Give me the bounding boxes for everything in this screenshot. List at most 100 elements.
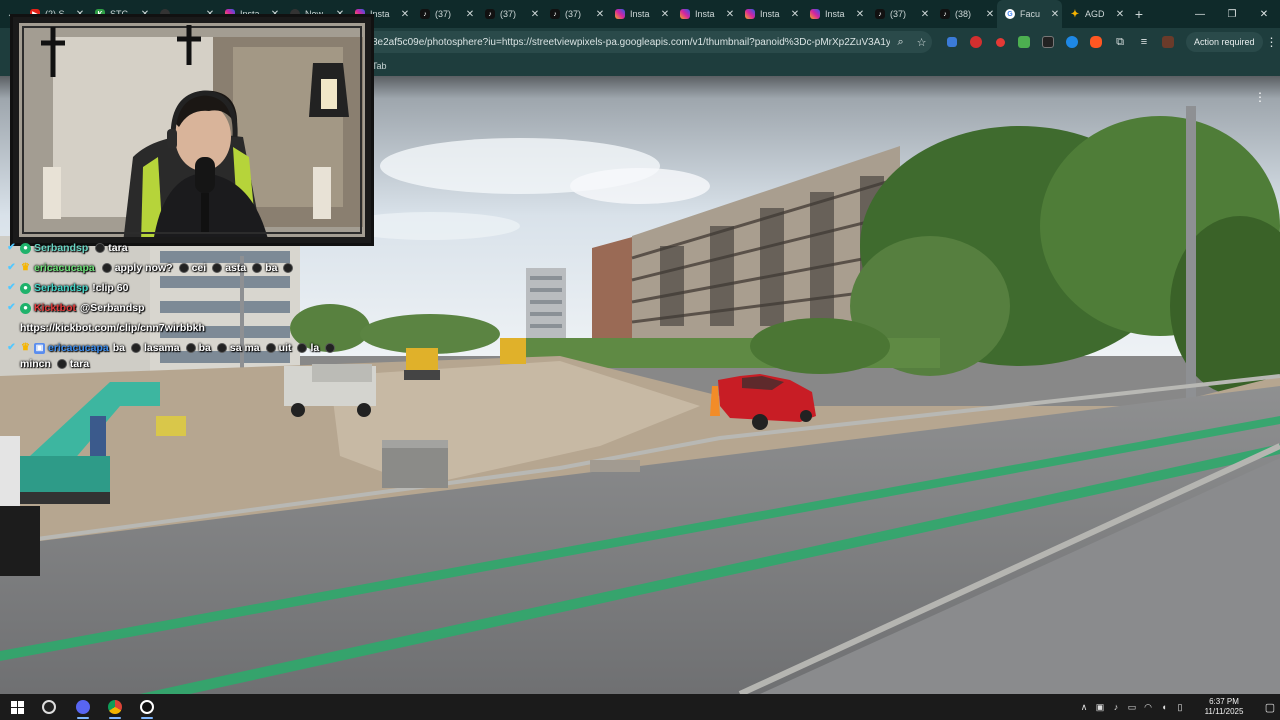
taskbar-app-streamlabs[interactable] [136, 697, 158, 719]
windows-logo-icon [10, 700, 24, 714]
close-tab-icon[interactable]: ✕ [723, 9, 737, 20]
reading-list-icon[interactable]: ≡ [1132, 31, 1156, 53]
puzzle-extensions-icon[interactable]: ⧉ [1108, 31, 1132, 53]
chart-extension-icon[interactable] [1036, 31, 1060, 53]
verified-badge-icon: ✔ [7, 302, 16, 313]
profile-avatar[interactable] [1156, 31, 1180, 53]
google-icon: G [1005, 9, 1015, 19]
red-extension-icon[interactable] [964, 31, 988, 53]
emote-icon [101, 263, 112, 273]
close-tab-icon[interactable]: ✕ [1113, 9, 1127, 20]
fire-extension-icon[interactable] [1084, 31, 1108, 53]
browser-tab[interactable]: ♪ (37) ✕ [867, 0, 932, 28]
chrome-icon [108, 700, 122, 714]
streaming-app-icon [140, 700, 154, 714]
emote-icon [130, 343, 141, 353]
chat-text: uit [278, 342, 292, 354]
chat-text: ba [198, 342, 211, 354]
emote-icon [212, 263, 223, 273]
notifications-icon[interactable]: ▢ [1260, 701, 1280, 714]
bookmark-star-icon[interactable]: ☆ [911, 36, 932, 49]
subscriber-badge-icon: ● [20, 242, 31, 254]
close-tab-icon[interactable]: ✕ [658, 9, 672, 20]
system-clock[interactable]: 6:37 PM 11/11/2025 [1194, 697, 1254, 717]
chat-text: asta [225, 262, 247, 274]
emote-icon [178, 263, 189, 273]
close-window-icon[interactable]: ✕ [1248, 0, 1280, 28]
close-tab-icon[interactable]: ✕ [528, 9, 542, 20]
volume-icon[interactable]: ◖ [1156, 702, 1172, 712]
wifi-icon[interactable]: ◠ [1140, 702, 1156, 713]
camera-icon[interactable]: ▣ [1092, 702, 1108, 713]
url-text[interactable]: 8e2af5c09e/photosphere?iu=https://street… [372, 37, 890, 48]
tab-title: AGD [1085, 9, 1105, 19]
bookmark-item[interactable]: Tab [372, 61, 387, 71]
browser-menu-icon[interactable]: ⋮ [1263, 35, 1280, 49]
microphone-icon[interactable]: ♪ [1108, 702, 1124, 712]
browser-tab[interactable]: Insta ✕ [607, 0, 672, 28]
close-tab-icon[interactable]: ✕ [593, 9, 607, 20]
browser-tab[interactable]: ✦ AGD ✕ [1062, 0, 1127, 28]
browser-tab[interactable]: Insta ✕ [737, 0, 802, 28]
close-tab-icon[interactable]: ✕ [918, 9, 932, 20]
chat-username[interactable]: ericacucapa [34, 260, 95, 276]
clip-link[interactable]: https://kickbot.com/clip/cnn7wirbbkh [20, 320, 205, 336]
close-tab-icon[interactable]: ✕ [983, 9, 997, 20]
recording-extension-icon[interactable] [988, 31, 1012, 53]
new-tab-button[interactable]: + [1127, 6, 1151, 22]
minimize-icon[interactable]: — [1184, 0, 1216, 28]
instagram-icon [615, 9, 625, 19]
emote-icon [283, 263, 294, 273]
browser-tab[interactable]: Insta ✕ [802, 0, 867, 28]
tray-overflow-icon[interactable]: ∧ [1076, 702, 1092, 713]
close-tab-icon[interactable]: ✕ [788, 9, 802, 20]
browser-tab[interactable]: ♪ (37) ✕ [542, 0, 607, 28]
emote-icon [56, 359, 67, 369]
action-required-button[interactable]: Action required [1186, 32, 1263, 52]
street-view-menu-icon[interactable]: ⋮ [1254, 90, 1266, 104]
system-tray: ∧ ▣ ♪ ▭ ◠ ◖ ▯ 6:37 PM 11/11/2025 ▢ [1076, 694, 1280, 720]
gif-extension-icon[interactable] [1012, 31, 1036, 53]
close-tab-icon[interactable]: ✕ [398, 9, 412, 20]
tab-title: Insta [825, 9, 845, 19]
crown-badge-icon: ♛ [21, 262, 30, 273]
chat-text: @Serbandsp [80, 302, 145, 314]
browser-tab[interactable]: Insta ✕ [672, 0, 737, 28]
taskbar-app-discord[interactable] [72, 697, 94, 719]
close-tab-icon[interactable]: ✕ [853, 9, 867, 20]
shield-extension-icon[interactable] [1060, 31, 1084, 53]
chat-text: la [310, 342, 320, 354]
close-tab-icon[interactable]: ✕ [463, 9, 477, 20]
verified-badge-icon: ✔ [7, 282, 16, 293]
tab-title: Insta [370, 9, 390, 19]
close-tab-icon[interactable]: ✕ [1048, 9, 1062, 20]
tab-title: Insta [695, 9, 715, 19]
network-icon[interactable]: ▭ [1124, 702, 1140, 713]
taskbar-app-obs[interactable] [38, 697, 60, 717]
emote-icon [185, 343, 196, 353]
chat-username[interactable]: Kicktbot [34, 300, 76, 316]
chat-text: cei [191, 262, 207, 274]
emote-icon [297, 343, 308, 353]
taskbar-app-chrome[interactable] [104, 697, 126, 719]
translate-extension-icon[interactable] [940, 31, 964, 53]
address-bar[interactable]: 8e2af5c09e/photosphere?iu=https://street… [362, 31, 932, 53]
emote-icon [252, 263, 263, 273]
windows-taskbar: ∧ ▣ ♪ ▭ ◠ ◖ ▯ 6:37 PM 11/11/2025 ▢ [0, 694, 1280, 720]
instagram-icon [745, 9, 755, 19]
tab-title: (37) [500, 9, 517, 19]
tiktok-icon: ♪ [550, 9, 560, 19]
start-button[interactable] [6, 697, 28, 717]
tab-title: Insta [760, 9, 780, 19]
chat-username[interactable]: ericacucapa [48, 340, 109, 356]
zoom-icon[interactable]: ⌕ [890, 36, 911, 49]
tab-title: (37) [565, 9, 582, 19]
browser-tab[interactable]: ♪ (38) ✕ [932, 0, 997, 28]
chat-username[interactable]: Serbandsp [34, 240, 88, 256]
chat-username[interactable]: Serbandsp [34, 280, 88, 296]
restore-icon[interactable]: ❐ [1216, 0, 1248, 28]
browser-tab[interactable]: ♪ (37) ✕ [412, 0, 477, 28]
browser-tab[interactable]: ♪ (37) ✕ [477, 0, 542, 28]
battery-icon[interactable]: ▯ [1172, 702, 1188, 713]
browser-tab[interactable]: G Facu ✕ [997, 0, 1062, 28]
